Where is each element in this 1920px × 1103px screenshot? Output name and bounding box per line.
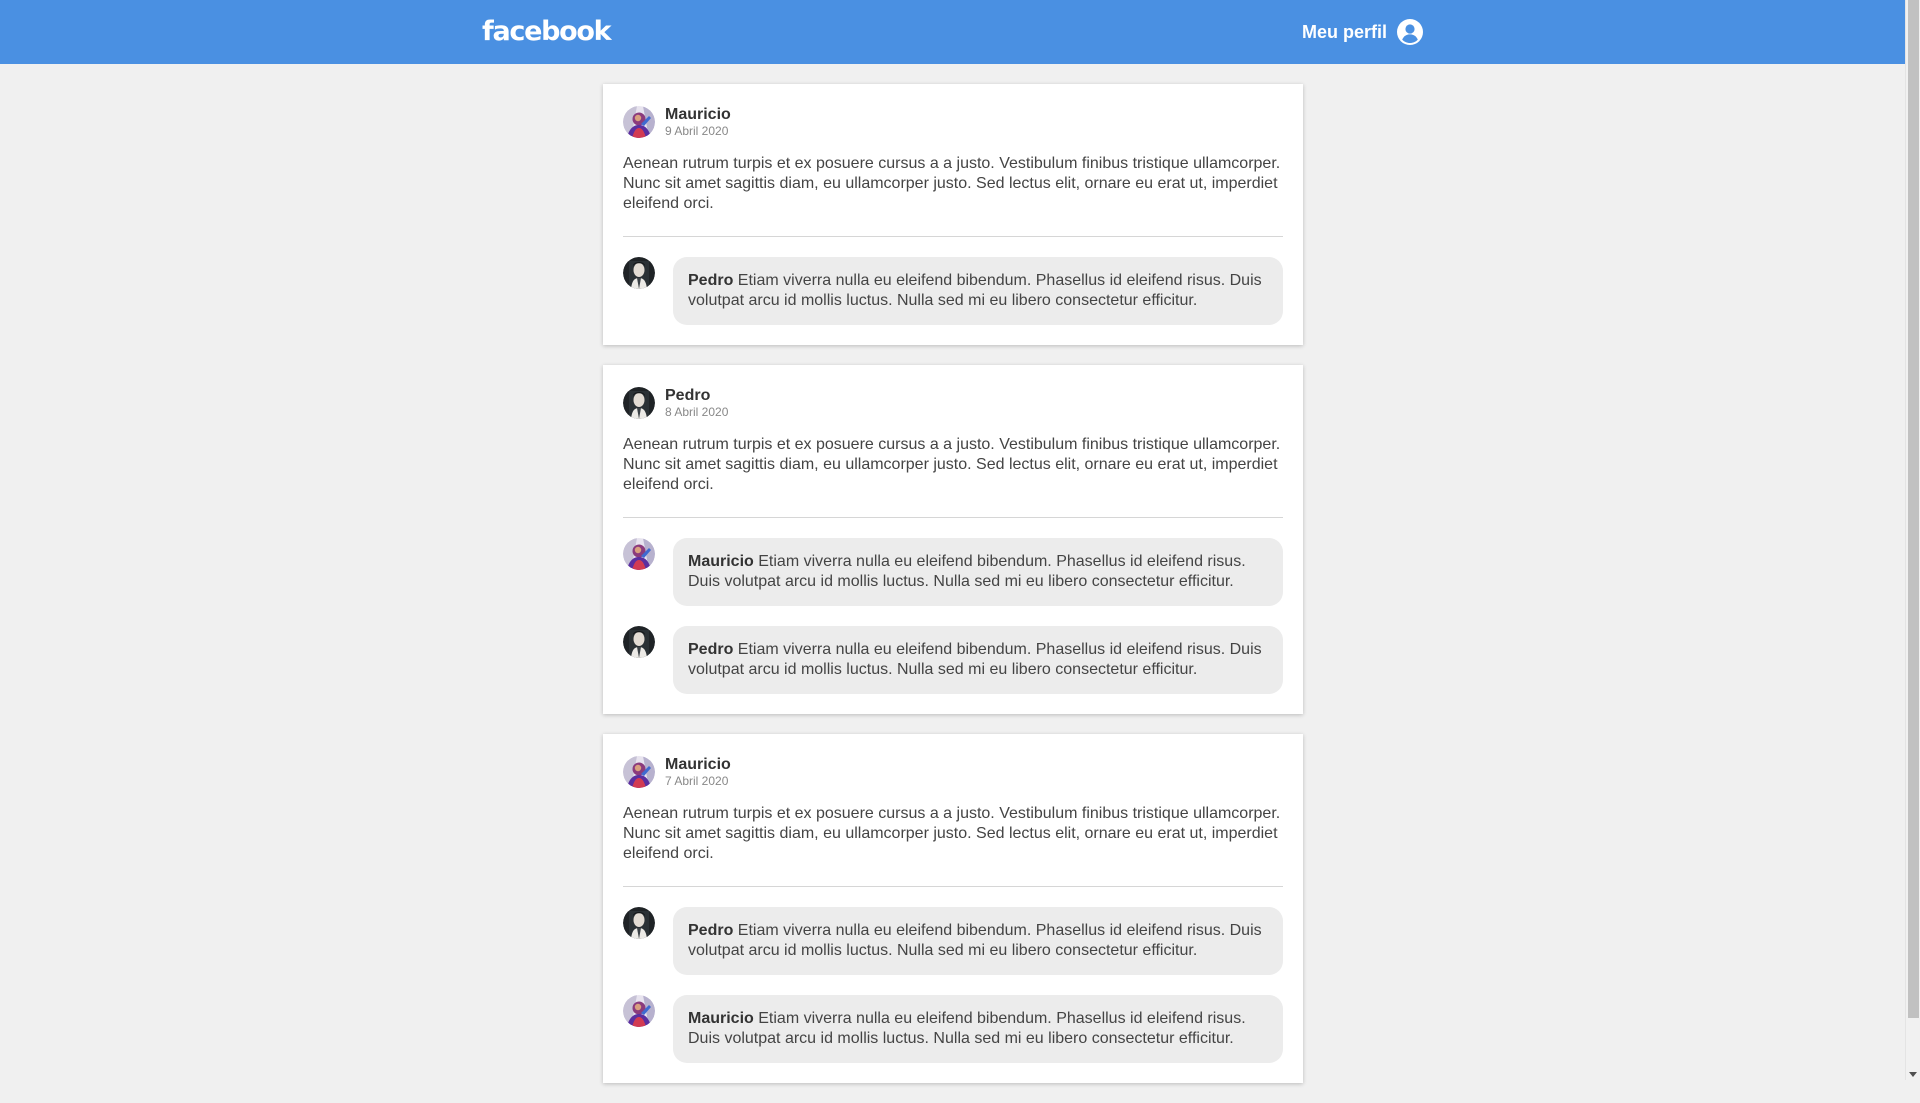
- post-date: 7 Abril 2020: [665, 774, 729, 788]
- comment-item: Mauricio Etiam viverra nulla eu eleifend…: [623, 995, 1283, 1063]
- comment-item: Pedro Etiam viverra nulla eu eleifend bi…: [623, 626, 1283, 694]
- comment-bubble: Mauricio Etiam viverra nulla eu eleifend…: [673, 538, 1283, 606]
- author-block: Mauricio 7 Abril 2020: [665, 756, 731, 788]
- post-body-text: Aenean rutrum turpis et ex posuere cursu…: [623, 155, 1281, 212]
- comment-bubble: Pedro Etiam viverra nulla eu eleifend bi…: [673, 626, 1283, 694]
- post-divider: [623, 236, 1283, 237]
- post-body-text: Aenean rutrum turpis et ex posuere cursu…: [623, 436, 1281, 493]
- author-block: Pedro 8 Abril 2020: [665, 387, 728, 419]
- post-card: Mauricio 9 Abril 2020 Aenean rutrum turpis…: [603, 84, 1303, 345]
- post-body-text: Aenean rutrum turpis et ex posuere cursu…: [623, 805, 1281, 862]
- top-navbar: facebook Meu perfil: [0, 0, 1905, 64]
- comment-text: Etiam viverra nulla eu eleifend bibendum…: [688, 641, 1262, 678]
- post-header: Mauricio 9 Abril 2020: [623, 106, 1283, 138]
- post-date: 8 Abril 2020: [665, 405, 729, 419]
- comment-text: Etiam viverra nulla eu eleifend bibendum…: [688, 1010, 1246, 1047]
- comment-bubble: Pedro Etiam viverra nulla eu eleifend bi…: [673, 907, 1283, 975]
- comment-bubble: Mauricio Etiam viverra nulla eu eleifend…: [673, 995, 1283, 1063]
- vertical-scrollbar[interactable]: [1905, 0, 1920, 1080]
- scroll-down-arrow-icon[interactable]: [1909, 1072, 1917, 1077]
- post-header: Pedro 8 Abril 2020: [623, 387, 1283, 419]
- commenter-avatar[interactable]: [623, 538, 655, 570]
- comment-item: Mauricio Etiam viverra nulla eu eleifend…: [623, 538, 1283, 606]
- post-author-name[interactable]: Mauricio: [665, 106, 731, 124]
- author-avatar[interactable]: [623, 106, 655, 138]
- author-block: Mauricio 9 Abril 2020: [665, 106, 731, 138]
- comment-item: Pedro Etiam viverra nulla eu eleifend bi…: [623, 907, 1283, 975]
- post-divider: [623, 517, 1283, 518]
- post-card: Mauricio 7 Abril 2020 Aenean rutrum turpis…: [603, 734, 1303, 1083]
- author-avatar[interactable]: [623, 387, 655, 419]
- my-profile-link[interactable]: Meu perfil: [1302, 19, 1423, 45]
- comment-author-name[interactable]: Pedro: [688, 641, 733, 658]
- post-author-name[interactable]: Pedro: [665, 387, 728, 405]
- commenter-avatar[interactable]: [623, 626, 655, 658]
- comment-text: Etiam viverra nulla eu eleifend bibendum…: [688, 922, 1262, 959]
- post-author-name[interactable]: Mauricio: [665, 756, 731, 774]
- scrollbar-thumb[interactable]: [1908, 0, 1919, 1018]
- comment-text: Etiam viverra nulla eu eleifend bibendum…: [688, 553, 1246, 590]
- comment-author-name[interactable]: Pedro: [688, 272, 733, 289]
- commenter-avatar[interactable]: [623, 995, 655, 1027]
- comment-text: Etiam viverra nulla eu eleifend bibendum…: [688, 272, 1262, 309]
- commenter-avatar[interactable]: [623, 907, 655, 939]
- post-divider: [623, 886, 1283, 887]
- comment-bubble: Pedro Etiam viverra nulla eu eleifend bi…: [673, 257, 1283, 325]
- post-header: Mauricio 7 Abril 2020: [623, 756, 1283, 788]
- commenter-avatar[interactable]: [623, 257, 655, 289]
- user-circle-icon: [1397, 19, 1423, 45]
- comment-author-name[interactable]: Mauricio: [688, 1010, 754, 1027]
- news-feed: Mauricio 9 Abril 2020 Aenean rutrum turpis…: [603, 84, 1303, 1103]
- author-avatar[interactable]: [623, 756, 655, 788]
- post-date: 9 Abril 2020: [665, 124, 729, 138]
- post-card: Pedro 8 Abril 2020 Aenean rutrum turpis et…: [603, 365, 1303, 714]
- comment-author-name[interactable]: Mauricio: [688, 553, 754, 570]
- comment-item: Pedro Etiam viverra nulla eu eleifend bi…: [623, 257, 1283, 325]
- facebook-logo[interactable]: facebook: [482, 14, 612, 50]
- my-profile-label: Meu perfil: [1301, 22, 1387, 42]
- comment-author-name[interactable]: Pedro: [688, 922, 733, 939]
